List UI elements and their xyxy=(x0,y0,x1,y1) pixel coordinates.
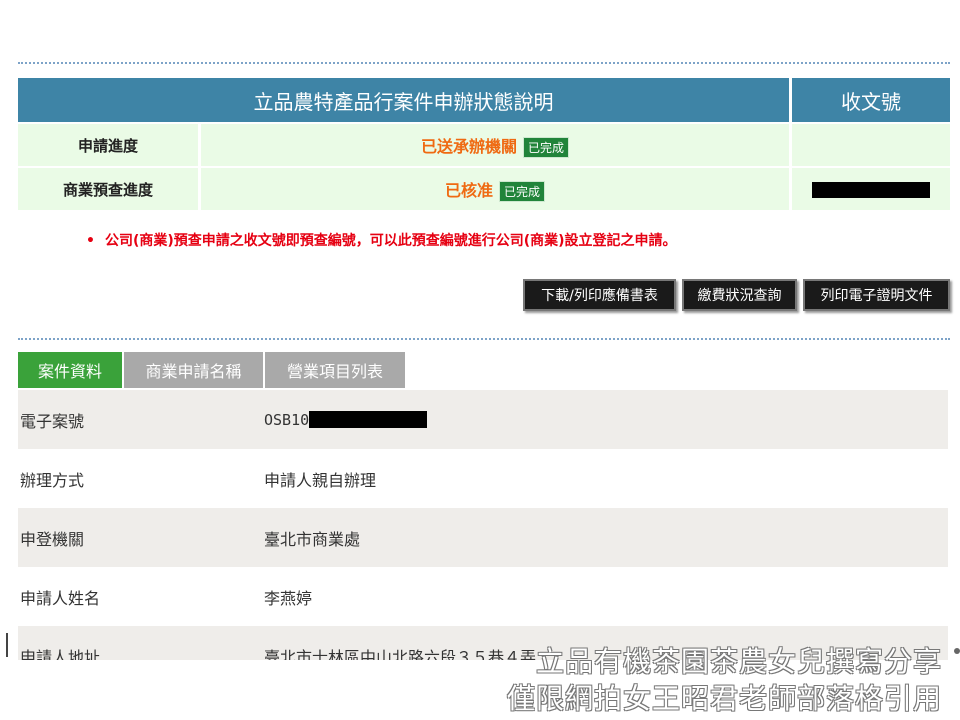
detail-value-cell: OSB10 xyxy=(264,411,948,429)
download-forms-button[interactable]: 下載/列印應備書表 xyxy=(523,279,676,311)
text-cursor xyxy=(6,633,8,657)
print-certificate-button[interactable]: 列印電子證明文件 xyxy=(803,279,950,311)
case-status-table: 立品農特產品行案件申辦狀態說明 收文號 申請進度 已送承辦機關 已完成 商業預查進… xyxy=(18,78,950,210)
row-label: 申請進度 xyxy=(18,122,201,167)
row-label: 商業預查進度 xyxy=(18,166,201,210)
detail-label: 申登機關 xyxy=(20,529,85,549)
watermark-line-1: 立品有機茶園茶農女兒撰寫分享 xyxy=(535,645,942,678)
detail-row-authority: 申登機關 臺北市商業處 xyxy=(18,508,948,567)
detail-label: 申請人地址 xyxy=(20,647,101,661)
redacted-case-number xyxy=(309,411,428,428)
receipt-number-cell xyxy=(790,166,950,210)
payment-status-button[interactable]: 繳費狀況查詢 xyxy=(682,279,797,311)
application-status-cell: 已送承辦機關 已完成 xyxy=(199,122,792,167)
note-bullet: • xyxy=(86,233,95,249)
application-progress-row: 申請進度 已送承辦機關 已完成 xyxy=(18,122,950,167)
tab-business-name[interactable]: 商業申請名稱 xyxy=(124,352,263,388)
watermark-dot xyxy=(954,648,960,654)
redacted-receipt-number xyxy=(812,181,930,198)
receipt-cell-empty xyxy=(790,122,950,167)
completed-badge: 已完成 xyxy=(499,180,546,202)
case-number-value: OSB10 xyxy=(264,410,310,429)
detail-value: 臺北市商業處 xyxy=(264,529,361,549)
detail-row-method: 辦理方式 申請人親自辦理 xyxy=(18,449,948,508)
tab-business-items[interactable]: 營業項目列表 xyxy=(265,352,405,388)
detail-label: 電子案號 xyxy=(20,411,85,431)
detail-label: 辦理方式 xyxy=(20,470,85,490)
detail-label: 申請人姓名 xyxy=(20,588,101,608)
case-detail-list: 電子案號 OSB10 辦理方式 申請人親自辦理 申登機關 臺北市商業處 申請人姓… xyxy=(18,390,948,660)
status-table-title: 立品農特產品行案件申辦狀態說明 xyxy=(18,78,792,123)
detail-value: 李燕婷 xyxy=(264,588,313,608)
detail-value: 申請人親自辦理 xyxy=(264,470,377,490)
detail-tabs: 案件資料 商業申請名稱 營業項目列表 xyxy=(18,352,407,388)
precheck-status-text: 已核准 xyxy=(444,180,493,200)
watermark-line-2: 僅限網拍女王昭君老師部落格引用 xyxy=(506,682,942,715)
completed-badge: 已完成 xyxy=(523,136,570,158)
detail-row-case-number: 電子案號 OSB10 xyxy=(18,390,948,449)
application-status-text: 已送承辦機關 xyxy=(420,136,517,156)
receipt-number-header: 收文號 xyxy=(790,78,950,123)
precheck-status-cell: 已核准 已完成 xyxy=(199,166,792,210)
detail-row-applicant-name: 申請人姓名 李燕婷 xyxy=(18,567,948,626)
middle-divider xyxy=(18,338,950,340)
tab-case-info[interactable]: 案件資料 xyxy=(18,352,122,388)
precheck-progress-row: 商業預查進度 已核准 已完成 xyxy=(18,166,950,210)
note-text: 公司(商業)預查申請之收文號即預查編號，可以此預查編號進行公司(商業)設立登記之… xyxy=(104,233,677,249)
precheck-note: • 公司(商業)預查申請之收文號即預查編號，可以此預查編號進行公司(商業)設立登記… xyxy=(86,230,677,250)
top-divider xyxy=(18,62,950,64)
